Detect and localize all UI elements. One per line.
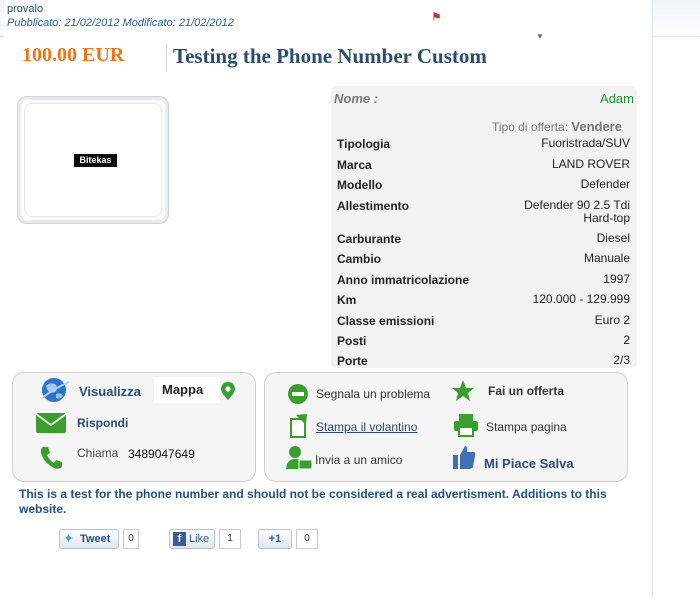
spec-row: Posti 2 [335, 334, 632, 354]
phone-number[interactable]: 3489047649 [128, 447, 195, 461]
spec-row: Km 120.000 - 129.999 [335, 293, 632, 313]
actions-panel: Segnala un problema Fai un offerta Stamp… [264, 372, 628, 482]
price: 100.00 EUR [22, 44, 125, 66]
spec-label: Cambio [337, 252, 382, 266]
make-offer-link[interactable]: Fai un offerta [488, 384, 564, 398]
send-friend-icon [286, 446, 313, 470]
report-problem-link[interactable]: Segnala un problema [316, 387, 430, 401]
spec-row: Anno immatricolazione 1997 [335, 273, 632, 293]
like-save-link[interactable]: Mi Piace Salva [484, 456, 574, 471]
spec-value: LAND ROVER [551, 157, 630, 171]
tweet-button[interactable]: ✦ Tweet [59, 529, 119, 549]
facebook-icon: f [173, 532, 186, 546]
spec-label: Carburante [337, 232, 402, 246]
spec-label: Modello [337, 178, 383, 192]
printer-icon [454, 414, 478, 437]
brand-logo: Bitekas [74, 154, 117, 167]
plus-count: 0 [296, 529, 318, 549]
offer-type-value: Vendere [571, 119, 622, 134]
spec-label: Porte [337, 354, 368, 368]
listing-photo[interactable]: Bitekas [17, 96, 169, 224]
star-icon [452, 380, 474, 401]
contact-panel: Visualizza Mappa Rispondi Chiama 3489047… [12, 372, 256, 482]
spec-label: Tipologia [337, 137, 391, 151]
spec-value: Diesel [596, 231, 630, 245]
like-label: Like [189, 533, 210, 545]
spec-row: Classe emissioni Euro 2 [335, 314, 632, 334]
description: This is a test for the phone number and … [19, 487, 607, 516]
publish-dates: Pubblicato: 21/02/2012 Modificato: 21/02… [7, 17, 234, 29]
report-problem-icon [288, 384, 308, 404]
print-page-link[interactable]: Stampa pagina [486, 420, 567, 434]
spec-value: 2/3 [613, 353, 630, 367]
spec-value: Euro 2 [594, 313, 630, 327]
offer-type-label: Tipo di offerta: [492, 120, 569, 134]
report-flag-icon[interactable]: ⚑ [431, 10, 442, 24]
globe-icon [41, 378, 70, 402]
call-label: Chiama [77, 446, 119, 460]
phone-icon [40, 447, 62, 469]
map-pin-icon[interactable] [220, 381, 236, 401]
spec-label: Allestimento [337, 199, 410, 213]
spec-row: Cambio Manuale [335, 252, 632, 272]
name-label: Nome : [334, 91, 379, 106]
thumbs-up-icon [453, 446, 476, 469]
listing-title: Testing the Phone Number Custom [173, 44, 487, 68]
tweet-label: Tweet [80, 533, 111, 545]
twitter-bird-icon: ✦ [64, 533, 74, 545]
spec-row: Porte 2/3 [335, 354, 632, 374]
spec-value: Fuoristrada/SUV [541, 136, 630, 150]
spec-row: Marca LAND ROVER [335, 158, 632, 178]
title-separator [166, 44, 167, 72]
view-link[interactable]: Visualizza [79, 384, 141, 399]
send-friend-link[interactable]: Invia a un amico [315, 453, 402, 467]
flyer-icon [290, 414, 307, 438]
spec-label: Posti [337, 334, 367, 348]
spec-value: 1997 [603, 272, 630, 286]
reply-link[interactable]: Rispondi [77, 416, 128, 430]
dropdown-caret-icon[interactable]: ▼ [536, 32, 544, 41]
spec-row: Tipologia Fuoristrada/SUV [335, 137, 632, 157]
google-plus-button[interactable]: +1 [258, 529, 292, 549]
owner-name[interactable]: provalo [7, 3, 43, 15]
spec-row: Modello Defender [335, 178, 632, 198]
spec-value: Defender [580, 177, 630, 191]
tweet-count: 0 [123, 529, 139, 549]
spec-label: Km [337, 293, 357, 307]
facebook-like-button[interactable]: f Like [169, 529, 215, 549]
spec-label: Anno immatricolazione [337, 273, 470, 287]
spec-value: 120.000 - 129.999 [532, 292, 630, 306]
spec-row: Allestimento Defender 90 2.5 Tdi Hard-top [335, 199, 632, 231]
name-value: Adam [600, 91, 634, 106]
spec-value: Defender 90 2.5 Tdi Hard-top [524, 198, 630, 225]
map-button[interactable]: Mappa [154, 377, 220, 403]
spec-value: Manuale [583, 251, 630, 265]
print-flyer-link[interactable]: Stampa il volantino [316, 420, 417, 434]
offer-type: Tipo di offerta: Vendere [492, 119, 622, 134]
spec-value: 2 [623, 333, 630, 347]
spec-label: Marca [337, 158, 372, 172]
envelope-icon [35, 413, 67, 433]
spec-label: Classe emissioni [337, 314, 435, 328]
like-count: 1 [219, 529, 241, 549]
spec-row: Carburante Diesel [335, 232, 632, 252]
